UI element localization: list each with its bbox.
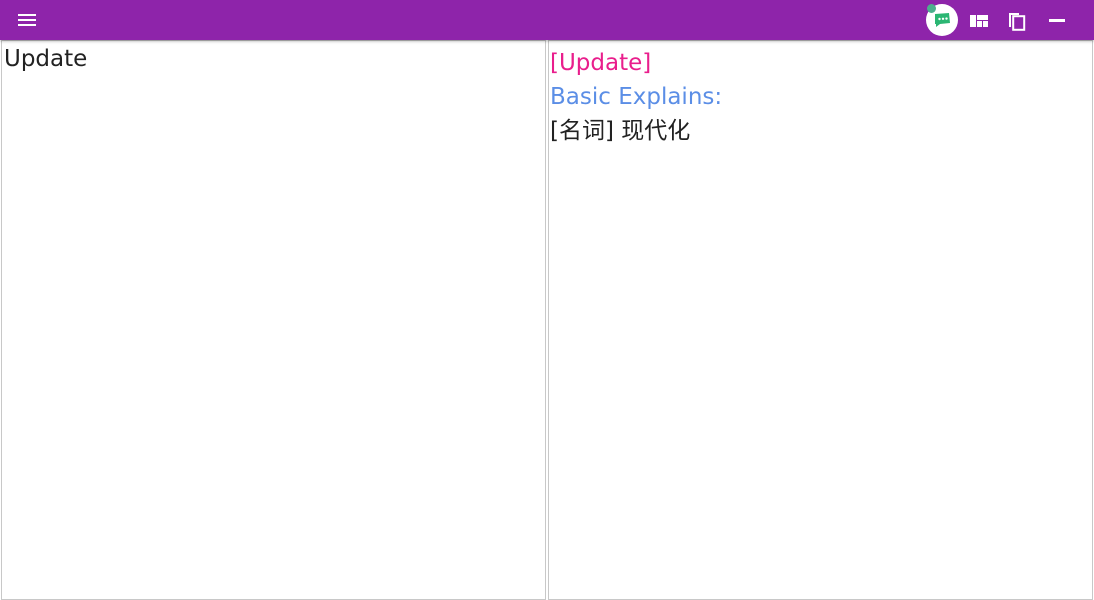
chat-bubble-icon [935, 13, 950, 27]
source-text-input[interactable]: Update [4, 46, 87, 72]
title-bar [0, 0, 1094, 40]
explain-item: [名词] 现代化 [550, 118, 691, 144]
basic-explains-title: Basic Explains: [550, 84, 723, 110]
source-pane[interactable]: Update [1, 40, 546, 600]
layout-grid-icon[interactable] [968, 10, 990, 32]
minimize-icon[interactable] [1046, 10, 1068, 32]
result-word: [Update] [550, 50, 652, 76]
chat-avatar-button[interactable] [926, 4, 958, 36]
result-pane: [Update] Basic Explains: [名词] 现代化 [548, 40, 1093, 600]
hamburger-menu-icon[interactable] [14, 10, 42, 30]
copy-icon[interactable] [1006, 10, 1028, 32]
translation-result: [Update] Basic Explains: [名词] 现代化 [550, 46, 722, 148]
